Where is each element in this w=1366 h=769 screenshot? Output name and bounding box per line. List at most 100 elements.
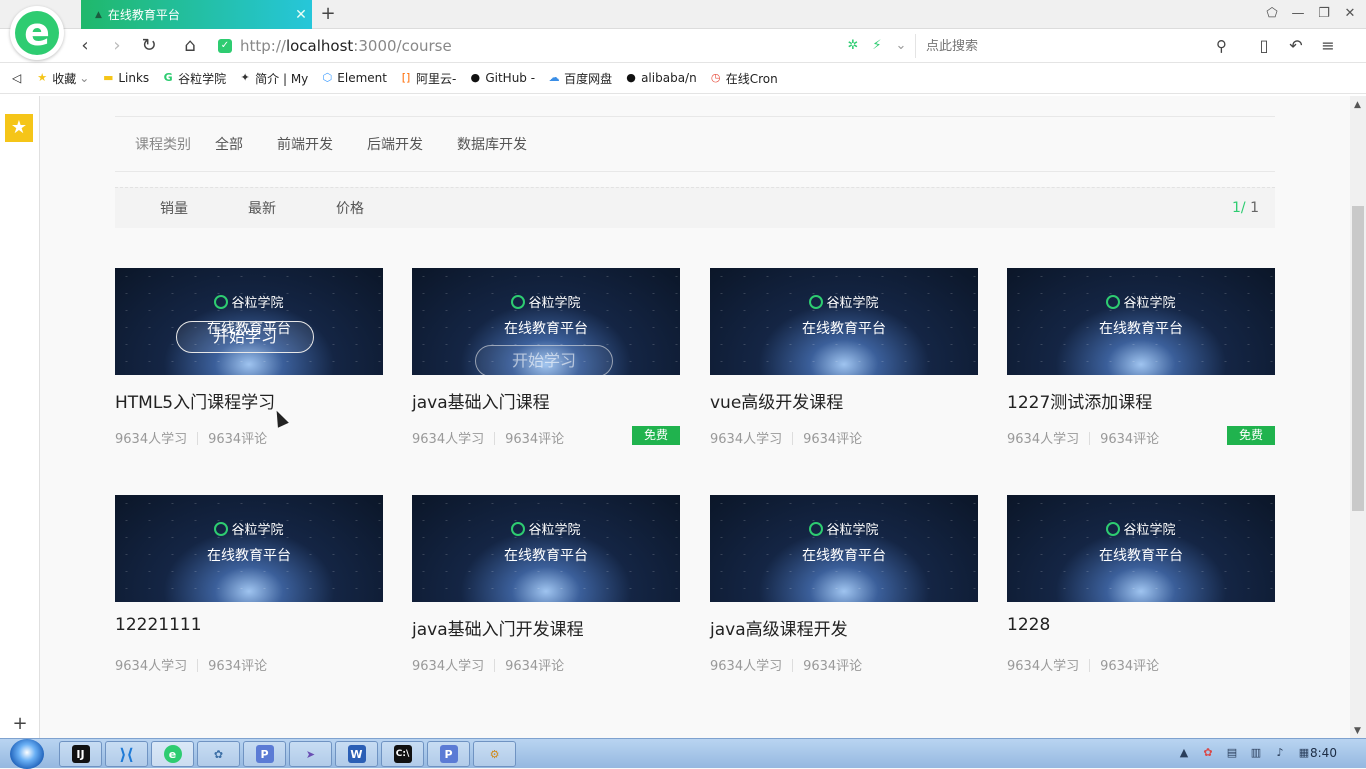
course-meta: 9634人学习 9634评论 (412, 659, 565, 674)
thumbnail-brand: 谷粒学院 (1007, 292, 1275, 311)
sort-sales[interactable]: 销量 (160, 198, 188, 218)
close-window-button[interactable]: ✕ (1340, 4, 1360, 24)
side-panel: ★ + (0, 96, 40, 738)
sort-bar: 销量 最新 价格 1/ 1 (115, 187, 1275, 228)
course-card[interactable]: 谷粒学院 在线教育平台 开始学习 HTML5入门课程学习 9634人学习 9634… (115, 268, 383, 458)
bookmark-item[interactable]: G 谷粒学院 (161, 70, 227, 87)
taskbar-settings[interactable]: ✿ (197, 741, 240, 767)
taskbar-app-p2[interactable]: P (427, 741, 470, 767)
course-card[interactable]: 谷粒学院 在线教育平台 java高级课程开发 9634人学习 9634评论 (710, 495, 978, 685)
course-thumbnail[interactable]: 谷粒学院 在线教育平台 (412, 495, 680, 602)
minimize-button[interactable]: — (1288, 4, 1308, 24)
bookmark-item[interactable]: ● GitHub - (468, 71, 536, 85)
sort-price[interactable]: 价格 (336, 198, 364, 218)
category-filter: 课程类别 全部 前端开发 后端开发 数据库开发 (115, 116, 1275, 172)
tray-volume-icon[interactable]: ♪ (1272, 744, 1288, 762)
chevron-down-icon[interactable]: ⌄ (893, 37, 909, 55)
restore-button[interactable]: ❐ (1314, 4, 1334, 24)
search-icon[interactable]: ⚲ (1216, 37, 1227, 55)
add-panel-button[interactable]: + (10, 714, 30, 734)
taskbar-vscode[interactable]: ⟩⟨ (105, 741, 148, 767)
address-bar[interactable]: ✓ http://localhost:3000/course (218, 34, 838, 58)
taskbar-intellij[interactable]: IJ (59, 741, 102, 767)
url-text[interactable]: http://localhost:3000/course (240, 37, 452, 55)
course-card[interactable]: 谷粒学院 在线教育平台 开始学习 java基础入门课程 9634人学习 9634评… (412, 268, 680, 458)
tab-bar: ▲ 在线教育平台 ✕ + ⬠ — ❐ ✕ (0, 0, 1366, 29)
taskbar-app-arrow[interactable]: ➤ (289, 741, 332, 767)
course-title[interactable]: java高级课程开发 (710, 615, 848, 640)
taskbar-browser[interactable]: e (151, 741, 194, 767)
course-title[interactable]: java基础入门开发课程 (412, 615, 584, 640)
search-box[interactable]: ⚲ (915, 34, 1245, 58)
favorites-star-icon[interactable]: ★ (5, 114, 33, 142)
skin-icon[interactable]: ⬠ (1262, 4, 1282, 24)
lightning-icon[interactable]: ⚡ (869, 37, 885, 55)
bookmark-item[interactable]: ✦ 简介 | My (238, 70, 309, 87)
gear-icon[interactable]: ✲ (845, 37, 861, 55)
start-learning-button[interactable]: 开始学习 (475, 345, 613, 375)
taskbar-clock[interactable]: 8:40 (1310, 746, 1337, 760)
sort-newest[interactable]: 最新 (248, 198, 276, 218)
tray-network-icon[interactable]: ▥ (1248, 744, 1264, 762)
reload-button[interactable]: ↻ (138, 35, 160, 57)
course-title[interactable]: 12221111 (115, 615, 202, 635)
bookmark-item[interactable]: ★ 收藏 ⌄ (35, 70, 89, 87)
bookmark-item[interactable]: ● alibaba/n (624, 71, 696, 85)
phone-icon[interactable]: ▯ (1254, 35, 1274, 57)
start-button[interactable] (10, 739, 44, 769)
course-card[interactable]: 谷粒学院 在线教育平台 java基础入门开发课程 9634人学习 9634评论 (412, 495, 680, 685)
tray-expand-icon[interactable]: ▲ (1176, 744, 1192, 762)
close-tab-icon[interactable]: ✕ (290, 7, 312, 23)
course-card[interactable]: 谷粒学院 在线教育平台 12221111 9634人学习 9634评论 (115, 495, 383, 685)
tab-course[interactable]: ▲ 在线教育平台 ✕ (81, 0, 312, 29)
course-title[interactable]: vue高级开发课程 (710, 388, 843, 413)
search-input[interactable] (926, 38, 1216, 54)
tray-app-icon[interactable]: ✿ (1200, 744, 1216, 762)
taskbar-terminal[interactable]: C:\ (381, 741, 424, 767)
page-scrollbar[interactable]: ▲ ▼ (1350, 96, 1366, 738)
scrollbar-thumb[interactable] (1352, 206, 1364, 511)
bookmark-item[interactable]: ▬ Links (101, 71, 149, 85)
taskbar-app-tool[interactable]: ⚙ (473, 741, 516, 767)
browser-logo[interactable]: e (10, 6, 64, 60)
category-database[interactable]: 数据库开发 (457, 134, 527, 154)
menu-icon[interactable]: ≡ (1318, 35, 1338, 57)
taskbar-word[interactable]: W (335, 741, 378, 767)
category-all[interactable]: 全部 (215, 134, 243, 154)
bookmark-item[interactable]: ◷ 在线Cron (709, 70, 778, 87)
bookmark-item[interactable]: [] 阿里云- (399, 70, 457, 87)
course-title[interactable]: HTML5入门课程学习 (115, 388, 275, 413)
start-learning-button[interactable]: 开始学习 (176, 321, 314, 353)
course-thumbnail[interactable]: 谷粒学院 在线教育平台 (710, 495, 978, 602)
new-tab-button[interactable]: + (318, 4, 338, 24)
bookmark-item[interactable]: ⬡ Element (320, 71, 387, 85)
course-thumbnail[interactable]: 谷粒学院 在线教育平台 (1007, 495, 1275, 602)
back-button[interactable]: ‹ (74, 35, 96, 57)
home-button[interactable]: ⌂ (179, 35, 201, 57)
thumbnail-brand: 谷粒学院 (412, 519, 680, 538)
undo-icon[interactable]: ↶ (1286, 35, 1306, 57)
course-thumbnail[interactable]: 谷粒学院 在线教育平台 (710, 268, 978, 375)
course-thumbnail[interactable]: 谷粒学院 在线教育平台 (1007, 268, 1275, 375)
course-title[interactable]: 1228 (1007, 615, 1050, 635)
category-frontend[interactable]: 前端开发 (277, 134, 333, 154)
thumbnail-brand: 谷粒学院 (710, 519, 978, 538)
github-icon: ● (470, 71, 481, 84)
course-card[interactable]: 谷粒学院 在线教育平台 1227测试添加课程 9634人学习 9634评论 免费 (1007, 268, 1275, 458)
course-thumbnail[interactable]: 谷粒学院 在线教育平台 开始学习 (412, 268, 680, 375)
course-thumbnail[interactable]: 谷粒学院 在线教育平台 (115, 495, 383, 602)
bookmarks-toggle-icon[interactable]: ◁ (12, 71, 21, 85)
category-backend[interactable]: 后端开发 (367, 134, 423, 154)
taskbar-app-p[interactable]: P (243, 741, 286, 767)
bookmark-item[interactable]: ☁ 百度网盘 (547, 70, 613, 87)
course-card[interactable]: 谷粒学院 在线教育平台 1228 9634人学习 9634评论 (1007, 495, 1275, 685)
course-card[interactable]: 谷粒学院 在线教育平台 vue高级开发课程 9634人学习 9634评论 (710, 268, 978, 458)
course-title[interactable]: java基础入门课程 (412, 388, 550, 413)
course-title[interactable]: 1227测试添加课程 (1007, 388, 1152, 413)
forward-button[interactable]: › (106, 35, 128, 57)
cron-icon: ◷ (710, 71, 721, 84)
course-thumbnail[interactable]: 谷粒学院 在线教育平台 开始学习 (115, 268, 383, 375)
scroll-up-icon[interactable]: ▲ (1354, 100, 1361, 110)
scroll-down-icon[interactable]: ▼ (1354, 726, 1361, 736)
tray-device-icon[interactable]: ▤ (1224, 744, 1240, 762)
